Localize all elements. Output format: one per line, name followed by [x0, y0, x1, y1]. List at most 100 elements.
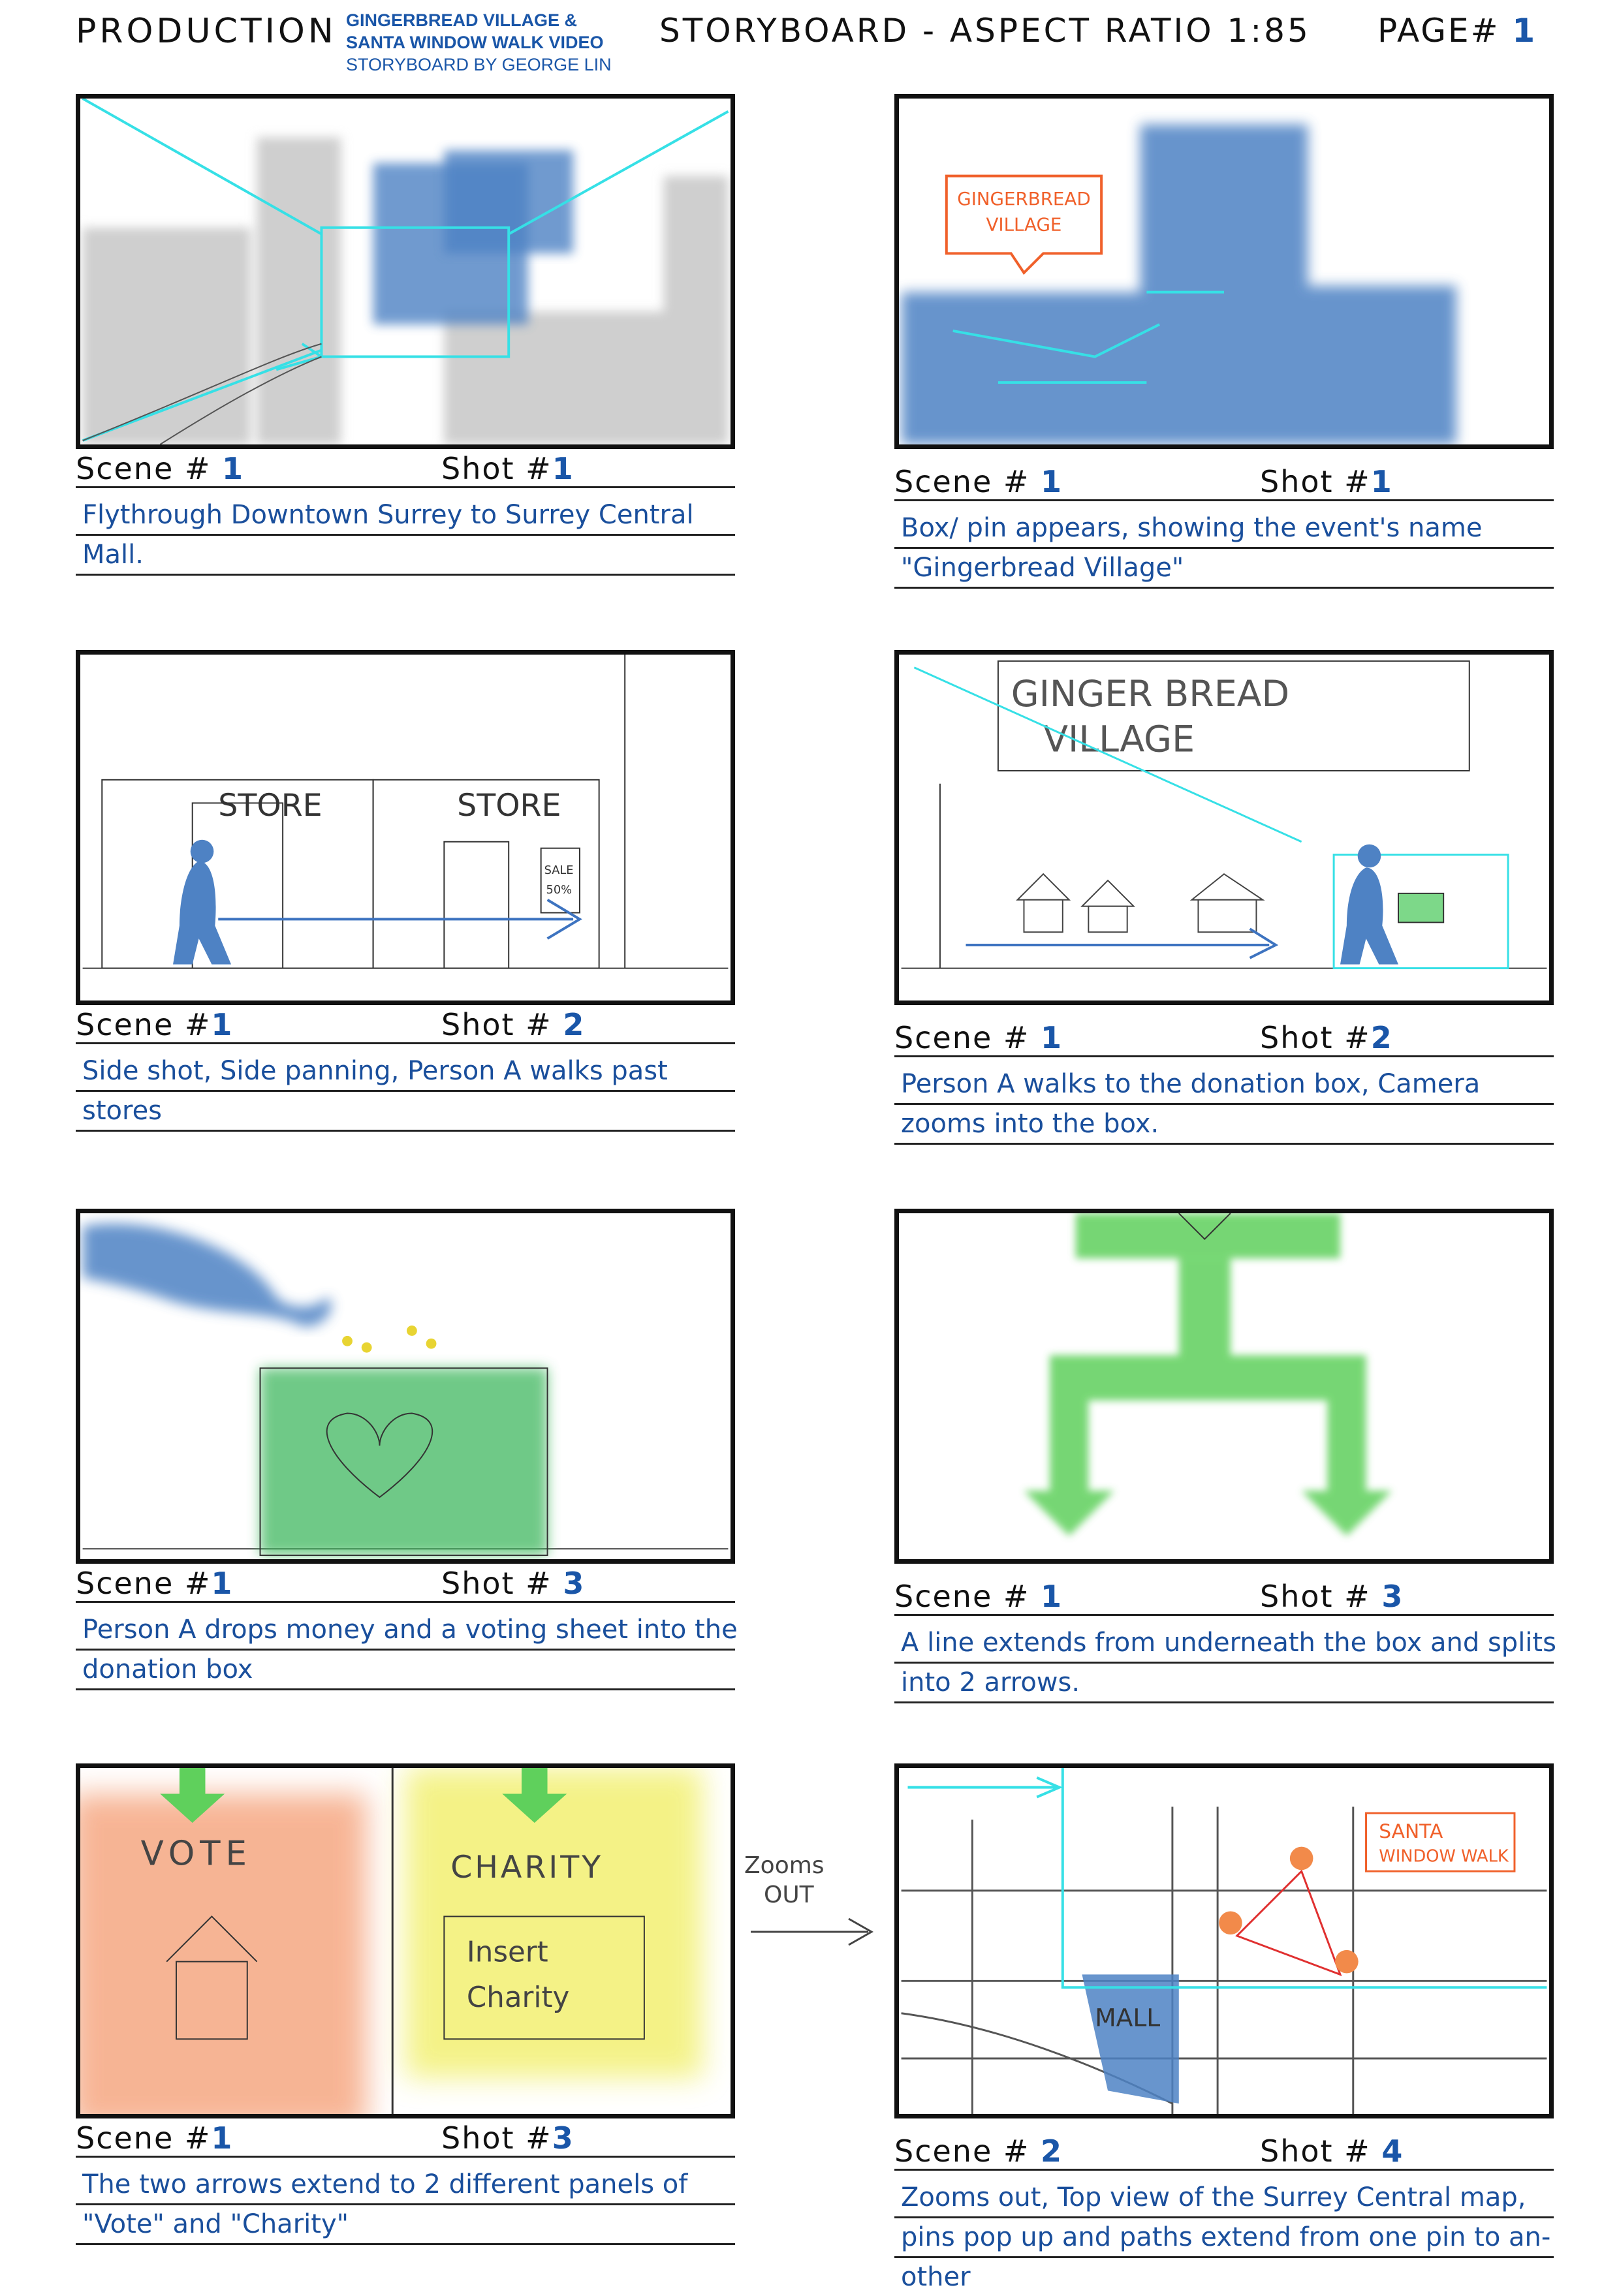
shot-text: Shot #: [1260, 464, 1371, 499]
description-line: stores: [76, 1092, 735, 1132]
out-text: OUT: [764, 1882, 815, 1908]
insert-charity-line1: Insert: [467, 1936, 548, 1969]
description-line: Person A walks to the donation box, Came…: [894, 1065, 1554, 1105]
storyboard-credit: STORYBOARD BY GEORGE LIN: [346, 55, 612, 74]
shot-label: Shot #3: [441, 2120, 574, 2156]
panel-1-meta: Scene # 1 Shot #1: [76, 451, 735, 488]
panel-3-description: Side shot, Side panning, Person A walks …: [76, 1052, 735, 1132]
shot-number: 3: [552, 2120, 574, 2156]
description-line: Box/ pin appears, showing the event's na…: [894, 509, 1554, 549]
pin-paths: [1235, 1869, 1342, 1976]
panel-1-sketch: [82, 99, 729, 444]
scene-label: Scene #1: [76, 1007, 233, 1042]
panel-2-description: Box/ pin appears, showing the event's na…: [894, 509, 1554, 589]
scene-number: 2: [1041, 2133, 1063, 2169]
scene-text: Scene #: [894, 1579, 1030, 1614]
donation-box: [260, 1368, 548, 1556]
insert-charity-line2: Charity: [467, 1981, 569, 2014]
panel-1-description: Flythrough Downtown Surrey to Surrey Cen…: [76, 496, 735, 576]
panel-5-meta: Scene #1 Shot # 3: [76, 1566, 735, 1603]
zooms-out-annotation: Zooms OUT: [744, 1852, 874, 1946]
shot-number: 1: [552, 451, 574, 486]
panel-8-sketch: MALL SANTA WINDOW WALK: [901, 1768, 1547, 2114]
donation-box: [1397, 892, 1445, 923]
shot-text: Shot #: [441, 451, 552, 486]
scene-label: Scene #1: [76, 1566, 233, 1601]
shot-text: Shot #: [1260, 1020, 1371, 1055]
shot-label: Shot # 3: [441, 1566, 585, 1601]
scene-number: 1: [1041, 1579, 1063, 1614]
sale-percent: 50%: [546, 883, 573, 897]
vote-label: VOTE: [141, 1834, 252, 1873]
scene-text: Scene #: [76, 2120, 212, 2156]
description-line: The two arrows extend to 2 different pan…: [76, 2165, 735, 2205]
panel-4-description: Person A walks to the donation box, Came…: [894, 1065, 1554, 1145]
page-number-value: 1: [1512, 12, 1537, 50]
scene-label: Scene #1: [76, 2120, 233, 2156]
shot-text: Shot #: [1260, 1579, 1371, 1614]
scene-label: Scene # 1: [894, 464, 1063, 499]
scene-text: Scene #: [894, 2133, 1030, 2169]
charity-panel-wash: [405, 1768, 702, 2078]
shot-text: Shot #: [441, 1566, 552, 1601]
panel-7-description: The two arrows extend to 2 different pan…: [76, 2165, 735, 2245]
description-line: Side shot, Side panning, Person A walks …: [76, 1052, 735, 1092]
storyboard-aspect-ratio: STORYBOARD - ASPECT RATIO 1:85: [659, 12, 1311, 50]
person-a: [1340, 867, 1398, 965]
panel-4-sketch: GINGER BREAD VILLAGE: [901, 660, 1547, 970]
storyboard-panel-7: VOTE CHARITY Insert Charity: [76, 1763, 735, 2118]
gingerbread-pin: GINGERBREAD VILLAGE: [945, 174, 1103, 275]
shot-number: 3: [563, 1566, 586, 1601]
shot-text: Shot #: [441, 2120, 552, 2156]
panel-2-sketch: GINGERBREAD VILLAGE: [901, 124, 1456, 444]
description-line: pins pop up and paths extend from one pi…: [894, 2218, 1554, 2258]
scene-label: Scene # 1: [894, 1579, 1063, 1614]
panel-3-sketch: STORE STORE SALE 50%: [82, 655, 729, 969]
storyboard-panel-6: [894, 1209, 1554, 1564]
panel-2-meta: Scene # 1 Shot #1: [894, 464, 1554, 501]
project-title-line1: GINGERBREAD VILLAGE &: [346, 10, 578, 30]
pin-text-line1: GINGERBREAD: [957, 188, 1090, 209]
scene-text: Scene #: [894, 464, 1030, 499]
mall-label: MALL: [1095, 2004, 1160, 2032]
mall-block: [1082, 1974, 1179, 2104]
description-line: donation box: [76, 1651, 735, 1690]
panel-6-sketch: [1024, 1213, 1392, 1536]
scene-number: 1: [211, 2120, 234, 2156]
storyboard-panel-3: STORE STORE SALE 50%: [76, 650, 735, 1005]
zooms-text: Zooms: [744, 1852, 825, 1879]
store-sign-1: STORE: [218, 788, 322, 824]
panel-5-sketch: [82, 1223, 729, 1557]
scene-text: Scene #: [76, 1566, 212, 1601]
scene-text: Scene #: [76, 1007, 212, 1042]
description-line: Zooms out, Top view of the Surrey Centra…: [894, 2179, 1554, 2218]
scene-label: Scene # 1: [76, 451, 244, 486]
description-line: Mall.: [76, 536, 735, 576]
shot-label: Shot #1: [1260, 464, 1393, 499]
production-label: PRODUCTION: [76, 12, 337, 51]
santa-pin-line2: WINDOW WALK: [1379, 1846, 1509, 1866]
description-line: zooms into the box.: [894, 1105, 1554, 1145]
scene-number: 1: [1041, 464, 1063, 499]
page-label: PAGE#: [1377, 12, 1500, 50]
panel-5-description: Person A drops money and a voting sheet …: [76, 1611, 738, 1690]
storyboard-panel-8: MALL SANTA WINDOW WALK: [894, 1763, 1554, 2118]
store-sign-2: STORE: [457, 788, 561, 824]
panel-8-description: Zooms out, Top view of the Surrey Centra…: [894, 2179, 1554, 2296]
description-line: "Vote" and "Charity": [76, 2205, 735, 2245]
shot-number: 1: [1370, 464, 1393, 499]
description-line: Flythrough Downtown Surrey to Surrey Cen…: [76, 496, 735, 536]
description-line: A line extends from underneath the box a…: [894, 1624, 1556, 1664]
shot-label: Shot #1: [441, 451, 574, 486]
sale-sign: SALE: [544, 863, 574, 877]
shot-number: 2: [563, 1007, 586, 1042]
panel-6-meta: Scene # 1 Shot # 3: [894, 1579, 1554, 1616]
shot-number: 2: [1370, 1020, 1393, 1055]
gingerbread-sign-line1: GINGER BREAD: [1011, 674, 1290, 715]
page-number: PAGE# 1: [1377, 12, 1537, 50]
scene-text: Scene #: [76, 451, 212, 486]
project-title: GINGERBREAD VILLAGE & SANTA WINDOW WALK …: [346, 9, 646, 54]
scene-number: 1: [1041, 1020, 1063, 1055]
panel-7-sketch: VOTE CHARITY Insert Charity: [80, 1768, 702, 2114]
panel-3-meta: Scene #1 Shot # 2: [76, 1007, 735, 1044]
